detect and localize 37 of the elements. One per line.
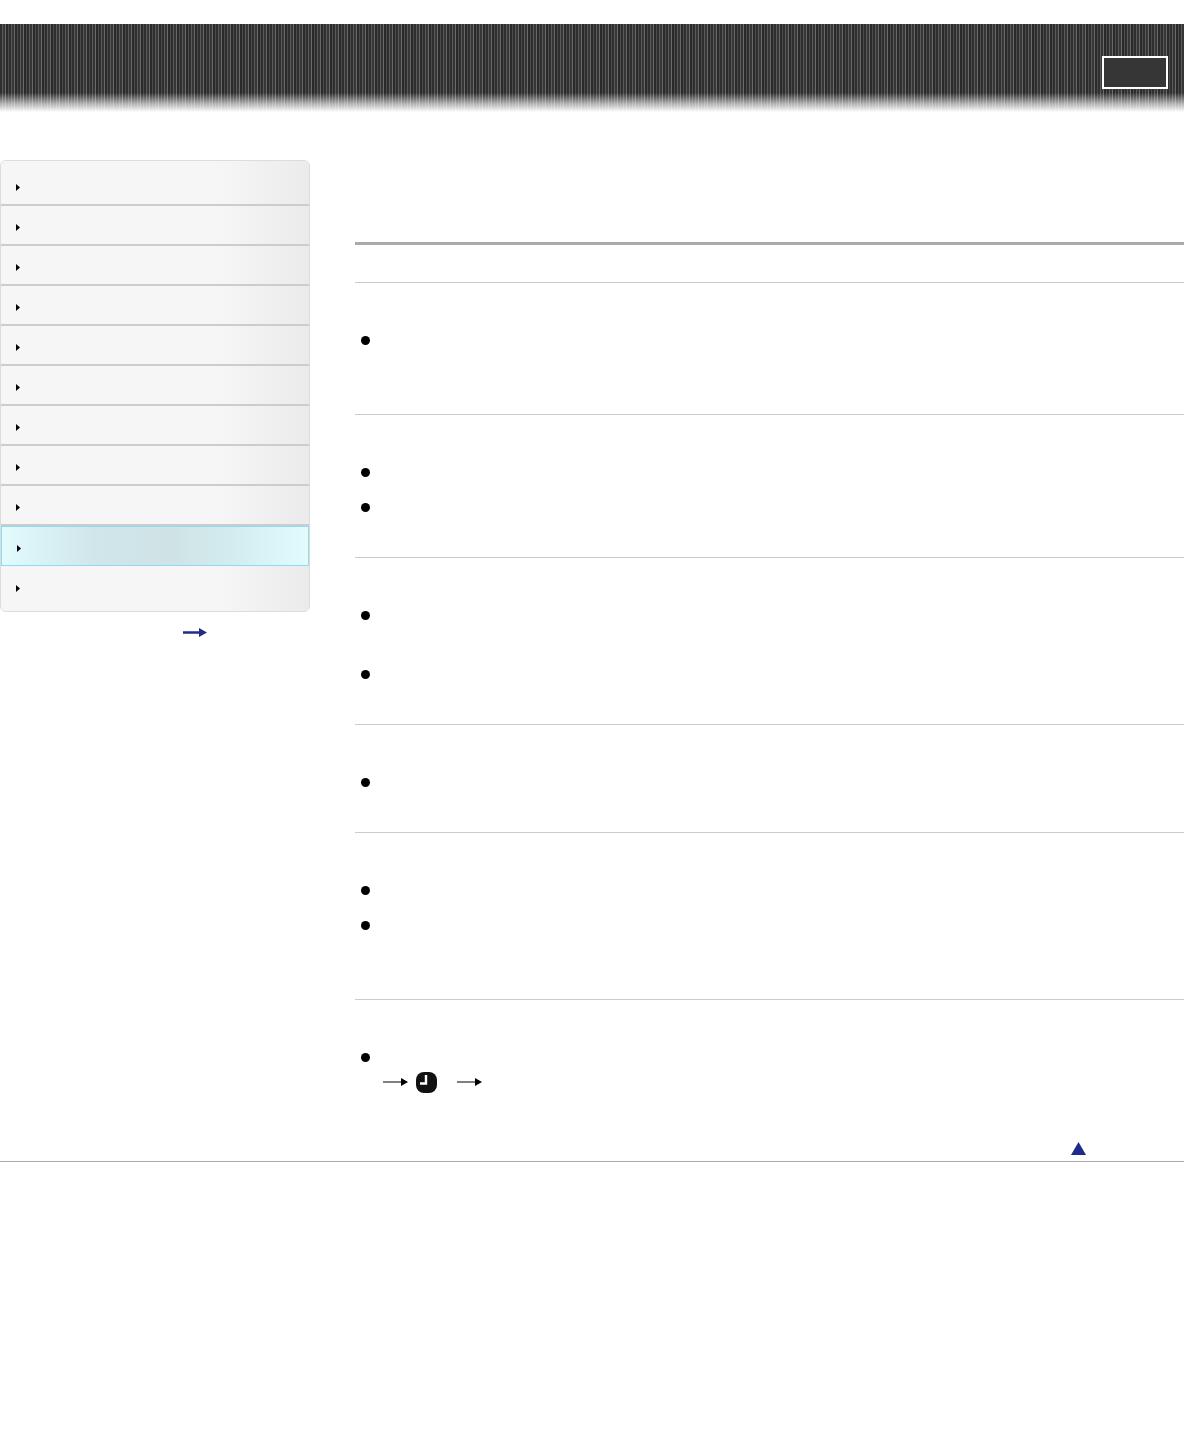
sidebar-item[interactable] [1,206,309,246]
bullet-icon [361,920,370,930]
caret-icon [16,184,20,191]
caret-icon [16,463,20,471]
sidebar-item[interactable] [1,246,309,286]
header-button[interactable] [1102,56,1168,89]
caret-icon [16,383,20,391]
bullet-icon [361,777,370,787]
caret-icon [16,503,20,511]
bullet-icon [361,502,370,512]
arrow-icon [457,1078,482,1086]
caret-icon [17,544,21,552]
sidebar-item[interactable] [1,406,309,446]
caret-icon [16,223,20,231]
sidebar-item[interactable] [1,486,309,526]
caret-icon [16,343,20,351]
bullet-icon [361,467,370,477]
caret-icon [16,423,20,431]
bullet-icon [361,610,370,620]
arrow-icon [383,1078,408,1086]
bullet-icon [361,885,370,895]
sidebar-item[interactable] [1,446,309,486]
clock-icon [416,1071,437,1093]
sidebar-item[interactable] [1,566,309,611]
sidebar-item[interactable] [1,161,309,206]
arrow-icon[interactable] [183,628,207,637]
bullet-icon [361,669,370,679]
caret-icon [16,303,20,311]
caret-icon [16,263,20,271]
sidebar-item[interactable] [1,366,309,406]
sidebar-item[interactable] [1,526,309,566]
caret-icon [16,585,20,592]
bullet-icon [361,335,370,345]
sidebar-item[interactable] [1,286,309,326]
triangle-icon[interactable] [1071,1142,1086,1155]
bullet-icon [361,1052,370,1062]
sidebar-item[interactable] [1,326,309,366]
